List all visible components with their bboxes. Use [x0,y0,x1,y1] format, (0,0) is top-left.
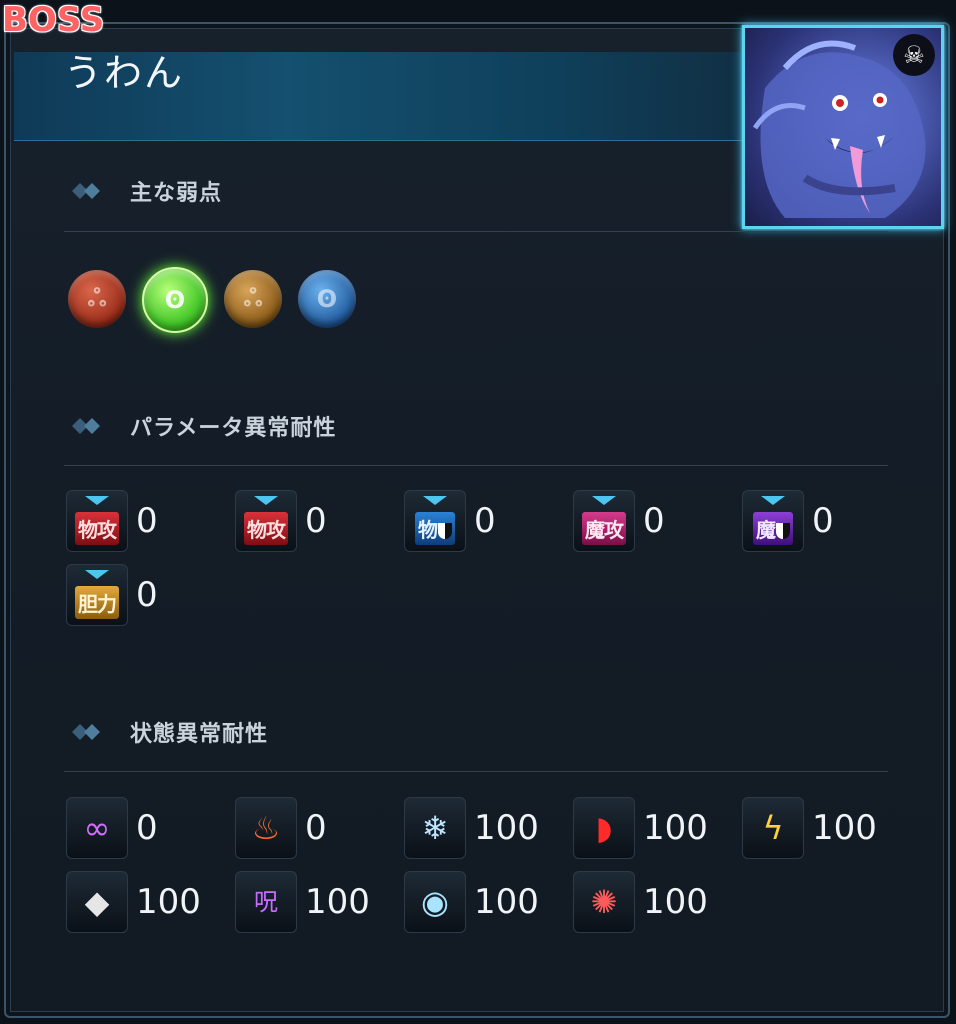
bleed-status-icon: ◗ [573,797,635,859]
weakness-section-header: 主な弱点 [70,176,222,206]
status-glyph: 呪 [254,888,278,916]
confuse-status-icon: ✺ [573,871,635,933]
freeze-status-icon: ❄ [404,797,466,859]
stat-value: 0 [474,501,496,541]
stat-value: 0 [643,501,665,541]
status-resist-item[interactable]: ✺ 100 [573,871,742,933]
status-resist-item[interactable]: ♨ 0 [235,797,404,859]
orb-glyph: ʘ [164,286,186,314]
blind-status-icon: ◉ [404,871,466,933]
param-section-title: パラメータ異常耐性 [130,416,337,441]
burn-status-icon: ♨ [235,797,297,859]
status-glyph: ◆ [84,883,110,921]
stat-icon-label: 物攻 [75,511,119,545]
wind-element-orb-icon: ʘ [142,267,208,333]
status-glyph: ◉ [421,883,449,921]
stat-value: 100 [474,808,539,848]
stat-value: 100 [643,808,708,848]
stat-icon-label: 魔 [753,511,793,545]
status-glyph: ♨ [251,809,281,847]
charm-status-icon: ∞ [66,797,128,859]
status-resist-item[interactable]: ϟ 100 [742,797,911,859]
stat-value: 100 [643,882,708,922]
stat-value: 0 [305,501,327,541]
courage-down-icon: 胆力 [66,564,128,626]
param-resist-grid: 物攻 0 物攻 0 物 0 魔攻 0 魔 0 胆力 0 [66,490,926,626]
stat-value: 0 [136,575,158,615]
param-resist-item[interactable]: 物 0 [404,490,573,552]
section-marker-icon [72,418,100,434]
stat-value: 0 [305,808,327,848]
phys-def-down-icon: 物 [404,490,466,552]
status-resist-item[interactable]: ◆ 100 [66,871,235,933]
stat-value: 0 [136,501,158,541]
status-resist-item[interactable]: ∞ 0 [66,797,235,859]
section-divider [64,231,888,232]
status-glyph: ϟ [762,809,784,847]
weakness-icon-list: ஃ ʘ ஃ ʘ [68,267,356,333]
param-resist-item[interactable]: 魔 0 [742,490,911,552]
water-element-orb-icon: ʘ [298,270,356,328]
status-glyph: ❄ [421,809,449,847]
param-resist-item[interactable]: 物攻 0 [66,490,235,552]
phys-atk-down-icon: 物攻 [66,490,128,552]
boss-badge: BOSS [2,0,105,40]
curse-status-icon: 呪 [235,871,297,933]
status-glyph: ✺ [590,883,618,921]
mag-def-down-icon: 魔 [742,490,804,552]
status-resist-item[interactable]: 呪 100 [235,871,404,933]
petrify-status-icon: ◆ [66,871,128,933]
param-resist-item[interactable]: 魔攻 0 [573,490,742,552]
stat-icon-label: 物 [415,511,455,545]
stat-value: 0 [812,501,834,541]
oni-mask-icon: ☠ [893,34,935,76]
boss-name: うわん [64,51,185,95]
boss-portrait: ☠ [742,25,944,229]
param-section-header: パラメータ異常耐性 [70,411,336,441]
weakness-section-title: 主な弱点 [130,181,223,206]
stat-icon-label: 物攻 [244,511,288,545]
orb-glyph: ஃ [87,283,107,312]
status-section-header: 状態異常耐性 [70,717,268,747]
status-section-title: 状態異常耐性 [130,722,269,747]
fire-element-orb-icon: ஃ [68,270,126,328]
phys-atk-down-icon: 物攻 [235,490,297,552]
status-resist-item[interactable]: ❄ 100 [404,797,573,859]
status-resist-grid: ∞ 0 ♨ 0 ❄ 100 ◗ 100 ϟ 100 ◆ 100 呪 100 ◉ … [66,797,926,933]
orb-glyph: ʘ [316,285,338,313]
stat-value: 100 [812,808,877,848]
stat-icon-label: 魔攻 [582,511,626,545]
mag-atk-down-icon: 魔攻 [573,490,635,552]
section-divider [64,465,888,466]
param-resist-item[interactable]: 物攻 0 [235,490,404,552]
earth-element-orb-icon: ஃ [224,270,282,328]
orb-glyph: ஃ [243,283,263,312]
stat-icon-label: 胆力 [75,585,119,619]
stat-value: 100 [305,882,370,922]
param-resist-item[interactable]: 胆力 0 [66,564,235,626]
status-resist-item[interactable]: ◉ 100 [404,871,573,933]
section-divider [64,771,888,772]
status-glyph: ◗ [595,809,613,847]
section-marker-icon [72,724,100,740]
status-resist-item[interactable]: ◗ 100 [573,797,742,859]
status-glyph: ∞ [83,809,111,847]
stat-value: 100 [474,882,539,922]
stat-value: 100 [136,882,201,922]
paralysis-status-icon: ϟ [742,797,804,859]
stat-value: 0 [136,808,158,848]
section-marker-icon [72,183,100,199]
